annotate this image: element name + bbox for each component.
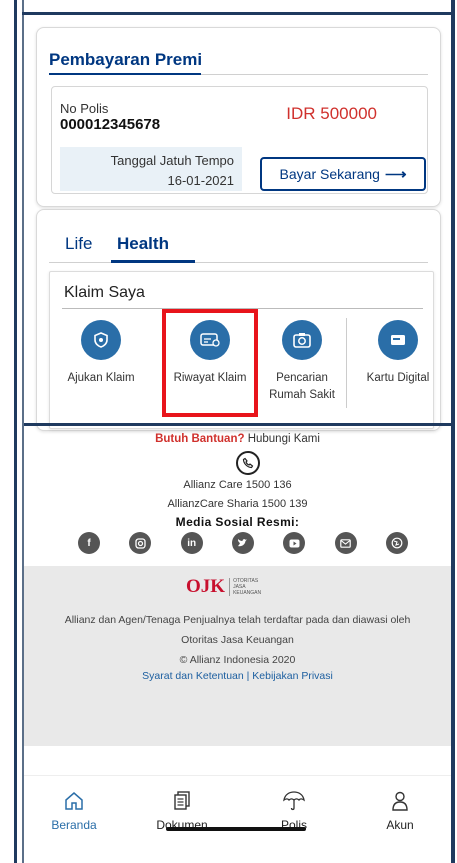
nav-item-documents[interactable]: Dokumen xyxy=(142,788,222,832)
tab-health[interactable]: Health xyxy=(117,234,169,254)
nav-item-policy[interactable]: Polis xyxy=(254,788,334,832)
frame-border-left xyxy=(14,0,17,863)
nav-item-account[interactable]: Akun xyxy=(360,788,440,832)
hospital-search-item[interactable]: Pencarian Rumah Sakit xyxy=(259,320,345,404)
shield-icon xyxy=(81,320,121,360)
ojk-disclaimer: Allianz dan Agen/Tenaga Penjualnya telah… xyxy=(24,610,451,670)
digital-card-item[interactable]: Kartu Digital xyxy=(355,320,441,387)
youtube-icon[interactable] xyxy=(283,532,306,554)
terms-privacy-links[interactable]: Syarat dan Ketentuan | Kebijakan Privasi xyxy=(24,670,451,682)
help-strong-text: Butuh Bantuan? xyxy=(155,433,245,445)
help-contact-link[interactable]: Hubungi Kami xyxy=(245,433,320,445)
allianz-care-sharia-number[interactable]: AllianzCare Sharia 1500 139 xyxy=(24,498,451,510)
arrow-right-icon: ⟶ xyxy=(384,166,407,183)
document-icon xyxy=(142,788,222,814)
digital-card-icon xyxy=(378,320,418,360)
premium-card-title: Pembayaran Premi xyxy=(49,50,203,69)
premium-payment-card: Pembayaran Premi No Polis 000012345678 I… xyxy=(36,27,441,207)
claim-items-separator xyxy=(346,318,347,408)
footer-divider xyxy=(24,423,451,426)
hospital-search-icon xyxy=(282,320,322,360)
home-icon xyxy=(34,788,114,814)
my-claims-box: Klaim Saya Ajukan Klaim Riwayat Klaim Pe… xyxy=(49,271,434,429)
home-indicator-bar[interactable] xyxy=(166,827,306,831)
tab-life[interactable]: Life xyxy=(65,234,92,254)
digital-card-label: Kartu Digital xyxy=(366,372,430,384)
premium-amount: IDR 500000 xyxy=(286,104,377,123)
pay-now-label: Bayar Sekarang xyxy=(279,166,380,182)
tab-divider xyxy=(49,262,428,263)
due-date-box: Tanggal Jatuh Tempo 16-01-2021 xyxy=(60,147,242,191)
nav-label-home: Beranda xyxy=(51,818,97,832)
social-media-row: f in xyxy=(78,532,408,554)
hospital-search-label: Pencarian Rumah Sakit xyxy=(269,372,335,401)
policy-number-label: No Polis xyxy=(60,101,109,116)
email-icon[interactable] xyxy=(334,532,357,554)
pay-now-button[interactable]: Bayar Sekarang ⟶ xyxy=(260,157,426,191)
ojk-disclaimer-line1: Allianz dan Agen/Tenaga Penjualnya telah… xyxy=(64,614,411,626)
nav-label-account: Akun xyxy=(386,818,414,832)
instagram-icon[interactable] xyxy=(129,532,152,554)
allianz-care-number[interactable]: Allianz Care 1500 136 xyxy=(24,479,451,491)
my-claims-title: Klaim Saya xyxy=(64,284,145,301)
ojk-logo-subtext: OTORITAS JASA KEUANGAN xyxy=(229,578,261,596)
ojk-disclaimer-line2: Otoritas Jasa Keuangan xyxy=(181,634,294,646)
frame-border-right xyxy=(451,0,455,863)
twitter-icon[interactable] xyxy=(231,532,254,554)
ojk-logo: OJK OTORITAS JASA KEUANGAN xyxy=(186,576,261,598)
facebook-icon[interactable]: f xyxy=(78,532,100,554)
copyright-text: © Allianz Indonesia 2020 xyxy=(179,654,296,666)
social-media-title: Media Sosial Resmi: xyxy=(175,515,300,529)
nav-item-home[interactable]: Beranda xyxy=(34,788,114,832)
claim-submit-item[interactable]: Ajukan Klaim xyxy=(58,320,144,387)
help-line: Butuh Bantuan? Hubungi Kami xyxy=(24,433,451,445)
phone-icon[interactable] xyxy=(236,451,260,475)
website-icon[interactable] xyxy=(385,532,408,554)
user-icon xyxy=(360,788,440,814)
highlight-box xyxy=(162,309,258,417)
insurance-type-card: Life Health Klaim Saya Ajukan Klaim Riwa… xyxy=(36,209,441,431)
active-tab-indicator xyxy=(111,260,195,263)
app-screen: Pembayaran Premi No Polis 000012345678 I… xyxy=(24,15,451,863)
linkedin-icon[interactable]: in xyxy=(180,532,203,554)
policy-number: 000012345678 xyxy=(60,116,161,133)
due-date-label: Tanggal Jatuh Tempo xyxy=(110,153,234,168)
due-date-value: 16-01-2021 xyxy=(167,173,235,188)
umbrella-icon xyxy=(254,788,334,814)
claim-submit-label: Ajukan Klaim xyxy=(67,372,135,384)
ojk-logo-mark: OJK xyxy=(186,576,226,597)
policy-box: No Polis 000012345678 IDR 500000 Tanggal… xyxy=(51,86,428,194)
bottom-navigation: Beranda Dokumen Polis Akun xyxy=(24,775,451,845)
premium-title-underline xyxy=(49,73,201,75)
ojk-info-area: OJK OTORITAS JASA KEUANGAN Allianz dan Age… xyxy=(24,566,451,746)
